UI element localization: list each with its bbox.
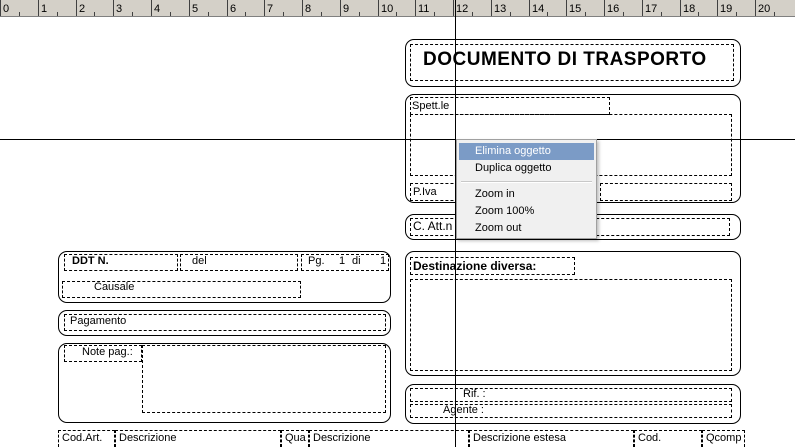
menu-separator — [461, 181, 592, 183]
ruler-major-tick — [604, 0, 605, 16]
ruler-major-tick — [642, 0, 643, 16]
ruler-major-tick — [566, 0, 567, 16]
ruler-number: 13 — [494, 3, 507, 15]
ruler-major-tick — [151, 0, 152, 16]
menu-item-elimina-oggetto[interactable]: Elimina oggetto — [459, 143, 594, 160]
horizontal-ruler[interactable]: 0 1 2 3 4 5 6 7 8 9 10 11 12 13 14 15 16 17 18 19 20 — [0, 0, 795, 17]
ruler-major-tick — [755, 0, 756, 16]
piva-label: P.Iva — [413, 186, 437, 198]
column-header-descrizione-2[interactable]: Descrizione — [309, 430, 469, 447]
rif-label: Rif. : — [463, 388, 486, 400]
ruler-number: 9 — [343, 3, 350, 15]
ruler-number: 2 — [79, 3, 86, 15]
ruler-major-tick — [302, 0, 303, 16]
di-label: di — [352, 255, 361, 267]
destination-label: Destinazione diversa: — [413, 259, 537, 273]
ruler-major-tick — [717, 0, 718, 16]
agente-label: Agente : — [443, 404, 484, 416]
horizontal-guide-line[interactable] — [0, 139, 795, 140]
ruler-number: 4 — [154, 3, 161, 15]
column-header-descrizione[interactable]: Descrizione — [115, 430, 281, 447]
ruler-number: 12 — [456, 3, 469, 15]
ruler-major-tick — [340, 0, 341, 16]
report-design-canvas[interactable]: DOCUMENTO DI TRASPORTO Spett.le P.Iva C.… — [0, 17, 795, 447]
ruler-number: 7 — [267, 3, 274, 15]
ruler-number: 16 — [607, 3, 620, 15]
ruler-number: 8 — [305, 3, 312, 15]
ruler-number: 11 — [418, 3, 430, 15]
ruler-major-tick — [415, 0, 416, 16]
ruler-number: 17 — [645, 3, 658, 15]
notes-label: Note pag.: — [82, 346, 133, 358]
ddt-label: DDT N. — [72, 255, 109, 267]
del-label: del — [192, 255, 207, 267]
column-header-cod[interactable]: Cod. — [634, 430, 702, 447]
column-header-qcomp[interactable]: Qcomp — [702, 430, 745, 447]
ruler-number: 3 — [116, 3, 123, 15]
destination-address-field[interactable] — [410, 279, 732, 371]
menu-item-zoom-in[interactable]: Zoom in — [459, 186, 594, 203]
ruler-number: 5 — [192, 3, 199, 15]
rif-field[interactable] — [410, 388, 732, 402]
ruler-number: 14 — [532, 3, 545, 15]
ruler-number: 10 — [381, 3, 394, 15]
context-menu: Elimina oggetto Duplica oggetto Zoom in … — [456, 139, 597, 239]
ruler-number: 6 — [230, 3, 237, 15]
column-header-quantita[interactable]: Qua — [281, 430, 309, 447]
attention-label: C. Att.n — [413, 219, 453, 233]
pg-label: Pg. — [308, 255, 325, 267]
ruler-major-tick — [113, 0, 114, 16]
ruler-number: 1 — [41, 3, 48, 15]
ruler-major-tick — [227, 0, 228, 16]
di-value: 1 — [380, 255, 387, 267]
column-header-descrizione-estesa[interactable]: Descrizione estesa — [469, 430, 634, 447]
menu-item-duplica-oggetto[interactable]: Duplica oggetto — [459, 160, 594, 177]
document-title: DOCUMENTO DI TRASPORTO — [423, 49, 707, 70]
menu-item-zoom-100[interactable]: Zoom 100% — [459, 203, 594, 220]
piva-value-field[interactable] — [600, 183, 732, 201]
ruler-major-tick — [76, 0, 77, 16]
ruler-number: 18 — [683, 3, 696, 15]
payment-label: Pagamento — [70, 315, 127, 327]
ruler-number: 20 — [758, 3, 771, 15]
ruler-number: 19 — [720, 3, 733, 15]
menu-item-zoom-out[interactable]: Zoom out — [459, 220, 594, 237]
ruler-major-tick — [491, 0, 492, 16]
ruler-number: 15 — [569, 3, 582, 15]
ruler-major-tick — [0, 0, 1, 16]
ruler-major-tick — [38, 0, 39, 16]
notes-text-field[interactable] — [142, 345, 386, 413]
causale-label: Causale — [94, 281, 135, 293]
ruler-major-tick — [189, 0, 190, 16]
ruler-major-tick — [378, 0, 379, 16]
column-header-cod-art[interactable]: Cod.Art. — [58, 430, 115, 447]
ruler-number: 0 — [3, 3, 10, 15]
ruler-major-tick — [264, 0, 265, 16]
spett-label: Spett.le — [412, 100, 450, 112]
ruler-major-tick — [453, 0, 454, 16]
ruler-major-tick — [529, 0, 530, 16]
ruler-major-tick — [680, 0, 681, 16]
pg-value: 1 — [339, 255, 346, 267]
